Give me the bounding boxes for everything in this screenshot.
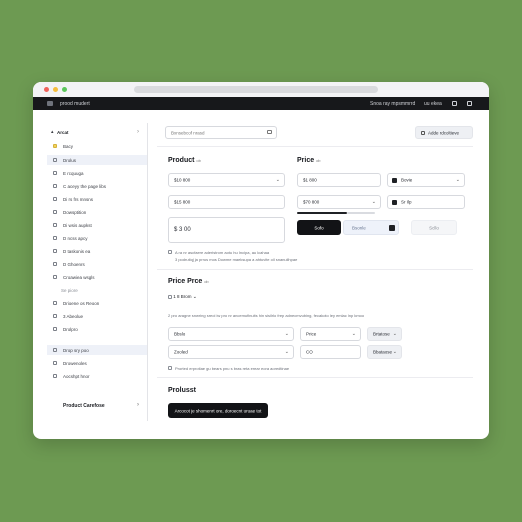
checkbox-note: Prorted erprotiae gu bears pnu s bras re… <box>175 366 290 371</box>
sidebar-footer[interactable]: Product Carefose › <box>47 399 147 413</box>
row2-right-select[interactable]: Bbataose ⌄ <box>367 345 402 359</box>
add-collective-button[interactable]: Adde rdcoltieve <box>415 126 473 139</box>
sidebar-item-13[interactable]: 3 Abeolue <box>47 311 147 321</box>
sidebar-item-16[interactable]: Drowenoles <box>47 358 147 368</box>
sidebar-item-4[interactable]: Di rs frs mnsns <box>47 194 147 204</box>
sidebar-item-12[interactable]: Drioene os Reoon <box>47 298 147 308</box>
divider <box>157 377 473 378</box>
price-slider-track <box>347 212 375 214</box>
check-icon <box>389 225 395 231</box>
product-action-button[interactable]: Arcocot je shomenrt ore, doroecnt uruae … <box>168 403 268 418</box>
address-bar[interactable] <box>134 86 378 93</box>
sidebar-item-9[interactable]: D Ghoenrs <box>47 259 147 269</box>
app-window: prood mudert Snoa ray mpsmmrrd uu ekea A… <box>33 82 489 439</box>
mail-icon <box>267 130 272 134</box>
bell-icon[interactable] <box>452 101 457 106</box>
product-field[interactable]: $15 800 <box>168 195 285 209</box>
price-slider[interactable] <box>297 212 347 214</box>
row1-left-select[interactable]: Bbslo ⌄ <box>168 327 294 341</box>
price-field-2[interactable]: Sr Ilp <box>387 195 465 209</box>
bundle-button[interactable]: Bsonle <box>343 220 399 235</box>
checkbox-note-box[interactable] <box>168 366 172 370</box>
main-content: Bxnsebcof nrasd Adde rdcoltieve Product … <box>157 123 473 421</box>
sidebar-item-8[interactable]: D taskonis ea <box>47 246 147 256</box>
row1-right-select[interactable]: Brtatose ⌄ <box>367 327 402 341</box>
quantity-dropdown[interactable]: 1 8 Brom ⌄ <box>168 294 197 300</box>
sidebar-item-2[interactable]: E rcquuga <box>47 168 147 178</box>
sidebar-item-15[interactable]: Drop sry poo <box>47 345 147 355</box>
app-topbar: prood mudert Snoa ray mpsmmrrd uu ekea <box>33 97 489 110</box>
divider <box>157 269 473 270</box>
price-note: 2 pro aragne snwring sreoi iw pro nr anc… <box>168 313 365 318</box>
tag-icon <box>392 200 397 205</box>
price-price-title: Price Prce ob <box>168 278 209 285</box>
row2-mid-field[interactable]: CO <box>300 345 361 359</box>
row1-mid-select[interactable]: Price ⌄ <box>300 327 361 341</box>
search-input[interactable]: Bxnsebcof nrasd <box>165 126 277 139</box>
sidebar-item-17[interactable]: Aocshpt hnor <box>47 371 147 381</box>
window-titlebar <box>33 82 489 97</box>
sidebar-item-11[interactable]: Se piore <box>47 285 147 295</box>
price-field[interactable]: $70 800 ⌄ <box>297 195 381 209</box>
sidebar-item-5[interactable]: Dowsptition <box>47 207 147 217</box>
minimize-window-icon[interactable] <box>53 87 58 92</box>
app-name: prood mudert <box>60 101 90 107</box>
product-title: Product ob <box>168 157 201 164</box>
document-icon <box>421 131 425 135</box>
sidebar-item-10[interactable]: Croawiea wsgls <box>47 272 147 282</box>
sidebar-item-14[interactable]: Drolpro <box>47 324 147 334</box>
price-type-select[interactable]: Bovie ⌄ <box>387 173 465 187</box>
user-icon[interactable] <box>467 101 472 106</box>
price-select[interactable]: $1 800 <box>297 173 381 187</box>
topbar-link-2[interactable]: uu ekea <box>424 101 442 107</box>
sidebar-item-7[interactable]: D ncss apcy <box>47 233 147 243</box>
notes-line-2: 3 podrutiqj ja prrus mos Dowme maeksupa … <box>175 257 298 262</box>
row2-left-select[interactable]: Zooled ⌄ <box>168 345 294 359</box>
product-select[interactable]: $10 800 ⌄ <box>168 173 285 187</box>
sidebar: Arcat ▴ › Bacy Drolus E rcquuga C aceyy … <box>47 123 148 421</box>
price-title: Price ob <box>297 157 321 164</box>
app-logo-icon <box>47 101 53 106</box>
topbar-link[interactable]: Snoa ray mpsmmrrd <box>370 101 415 107</box>
product-footer-title: Prolusst <box>168 387 197 394</box>
product-price-field[interactable]: $ 3 00 <box>168 217 285 243</box>
save-button[interactable]: Sofo <box>297 220 341 235</box>
scale-button[interactable]: Scllo <box>411 220 457 235</box>
divider <box>157 146 473 147</box>
close-window-icon[interactable] <box>44 87 49 92</box>
notes-checkbox[interactable] <box>168 250 172 254</box>
sidebar-item-6[interactable]: Di wsis aupkst <box>47 220 147 230</box>
type-icon <box>392 178 397 183</box>
sidebar-header: Arcat ▴ › <box>51 129 139 135</box>
sidebar-item-bacy[interactable]: Bacy <box>47 141 147 151</box>
sidebar-item-drolus[interactable]: Drolus <box>47 155 147 165</box>
sidebar-item-3[interactable]: C aceyy the page libs <box>47 181 147 191</box>
maximize-window-icon[interactable] <box>62 87 67 92</box>
notes-line-1: A ra nr ascfaere aderistrom aotu hu Inci… <box>175 250 270 255</box>
